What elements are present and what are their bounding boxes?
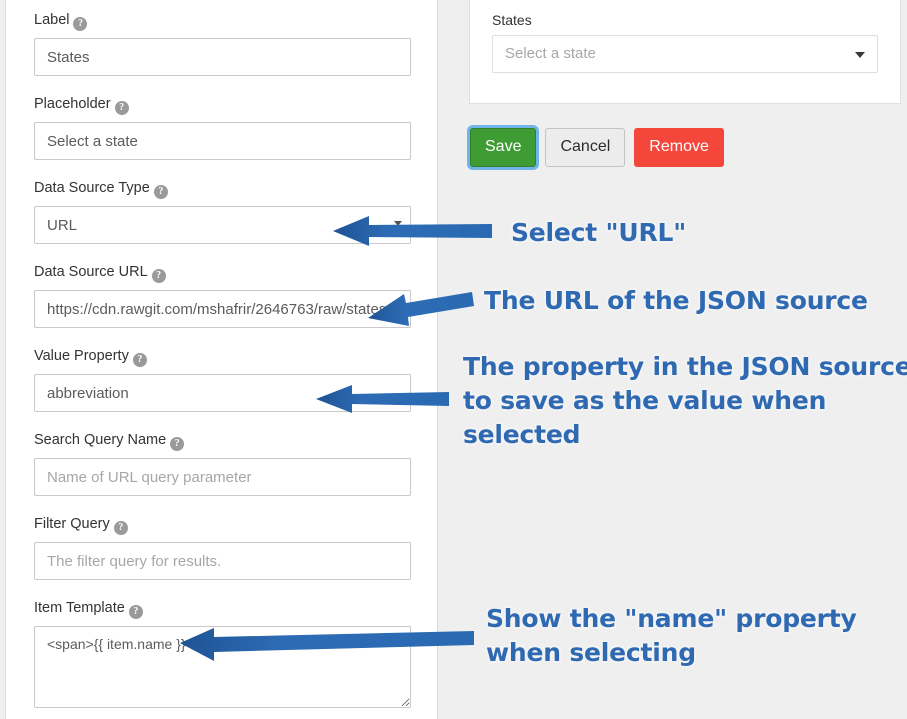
label-text: Placeholder	[34, 96, 111, 112]
form-group-value-property: Value Property?	[34, 347, 411, 412]
form-group-search-query-name: Search Query Name?	[34, 431, 411, 496]
label-text: Search Query Name	[34, 432, 167, 448]
data-source-type-select[interactable]	[34, 206, 411, 244]
search-query-name-input[interactable]	[34, 458, 411, 496]
label-text: Item Template	[34, 600, 125, 616]
help-circle-icon[interactable]: ?	[132, 353, 147, 367]
label-text: Data Source Type	[34, 180, 150, 196]
help-circle-icon[interactable]: ?	[73, 17, 88, 31]
annotation-item-template: Show the "name" property when selecting	[486, 604, 857, 667]
value-property-input[interactable]	[34, 374, 411, 412]
annotation-select-url: Select "URL"	[511, 218, 687, 247]
label-text: Label	[34, 12, 70, 28]
cancel-button[interactable]: Cancel	[545, 128, 626, 167]
preview-card: States Select a state	[469, 0, 901, 104]
field-label-data-source-type: Data Source Type?	[34, 179, 411, 199]
field-label-placeholder: Placeholder?	[34, 95, 411, 115]
field-label-filter-query: Filter Query?	[34, 515, 411, 535]
button-row: Save Cancel Remove	[470, 128, 724, 167]
form-group-item-template: Item Template?	[34, 599, 411, 708]
preview-select-placeholder: Select a state	[505, 45, 596, 62]
label-text: Data Source URL	[34, 264, 148, 280]
remove-button[interactable]: Remove	[634, 128, 724, 167]
form-group-filter-query: Filter Query?	[34, 515, 411, 580]
form-group-label: Label?	[34, 11, 411, 76]
field-label-label: Label?	[34, 11, 411, 31]
data-source-type-select-wrap	[34, 206, 411, 244]
label-input[interactable]	[34, 38, 411, 76]
help-circle-icon[interactable]: ?	[153, 185, 168, 199]
form-group-data-source-url: Data Source URL?	[34, 263, 411, 328]
label-text: Value Property	[34, 348, 129, 364]
preview-state-select[interactable]: Select a state	[492, 35, 878, 73]
field-label-item-template: Item Template?	[34, 599, 411, 619]
form-group-data-source-type: Data Source Type?	[34, 179, 411, 244]
field-label-data-source-url: Data Source URL?	[34, 263, 411, 283]
label-text: Filter Query	[34, 516, 110, 532]
chevron-down-icon	[855, 52, 865, 58]
help-circle-icon[interactable]: ?	[151, 269, 166, 283]
item-template-textarea[interactable]	[34, 626, 411, 708]
field-label-value-property: Value Property?	[34, 347, 411, 367]
filter-query-input[interactable]	[34, 542, 411, 580]
help-circle-icon[interactable]: ?	[114, 101, 129, 115]
annotation-value-property: The property in the JSON source to save …	[463, 352, 907, 449]
help-circle-icon[interactable]: ?	[113, 521, 128, 535]
form-group-placeholder: Placeholder?	[34, 95, 411, 160]
preview-field-label: States	[492, 12, 532, 28]
help-circle-icon[interactable]: ?	[128, 605, 143, 619]
annotation-json-source-url: The URL of the JSON source	[484, 286, 868, 315]
save-button[interactable]: Save	[470, 128, 537, 167]
help-circle-icon[interactable]: ?	[170, 437, 185, 451]
placeholder-input[interactable]	[34, 122, 411, 160]
settings-panel: Label? Placeholder? Data Source Type? Da…	[5, 0, 438, 719]
data-source-url-input[interactable]	[34, 290, 411, 328]
field-label-search-query-name: Search Query Name?	[34, 431, 411, 451]
